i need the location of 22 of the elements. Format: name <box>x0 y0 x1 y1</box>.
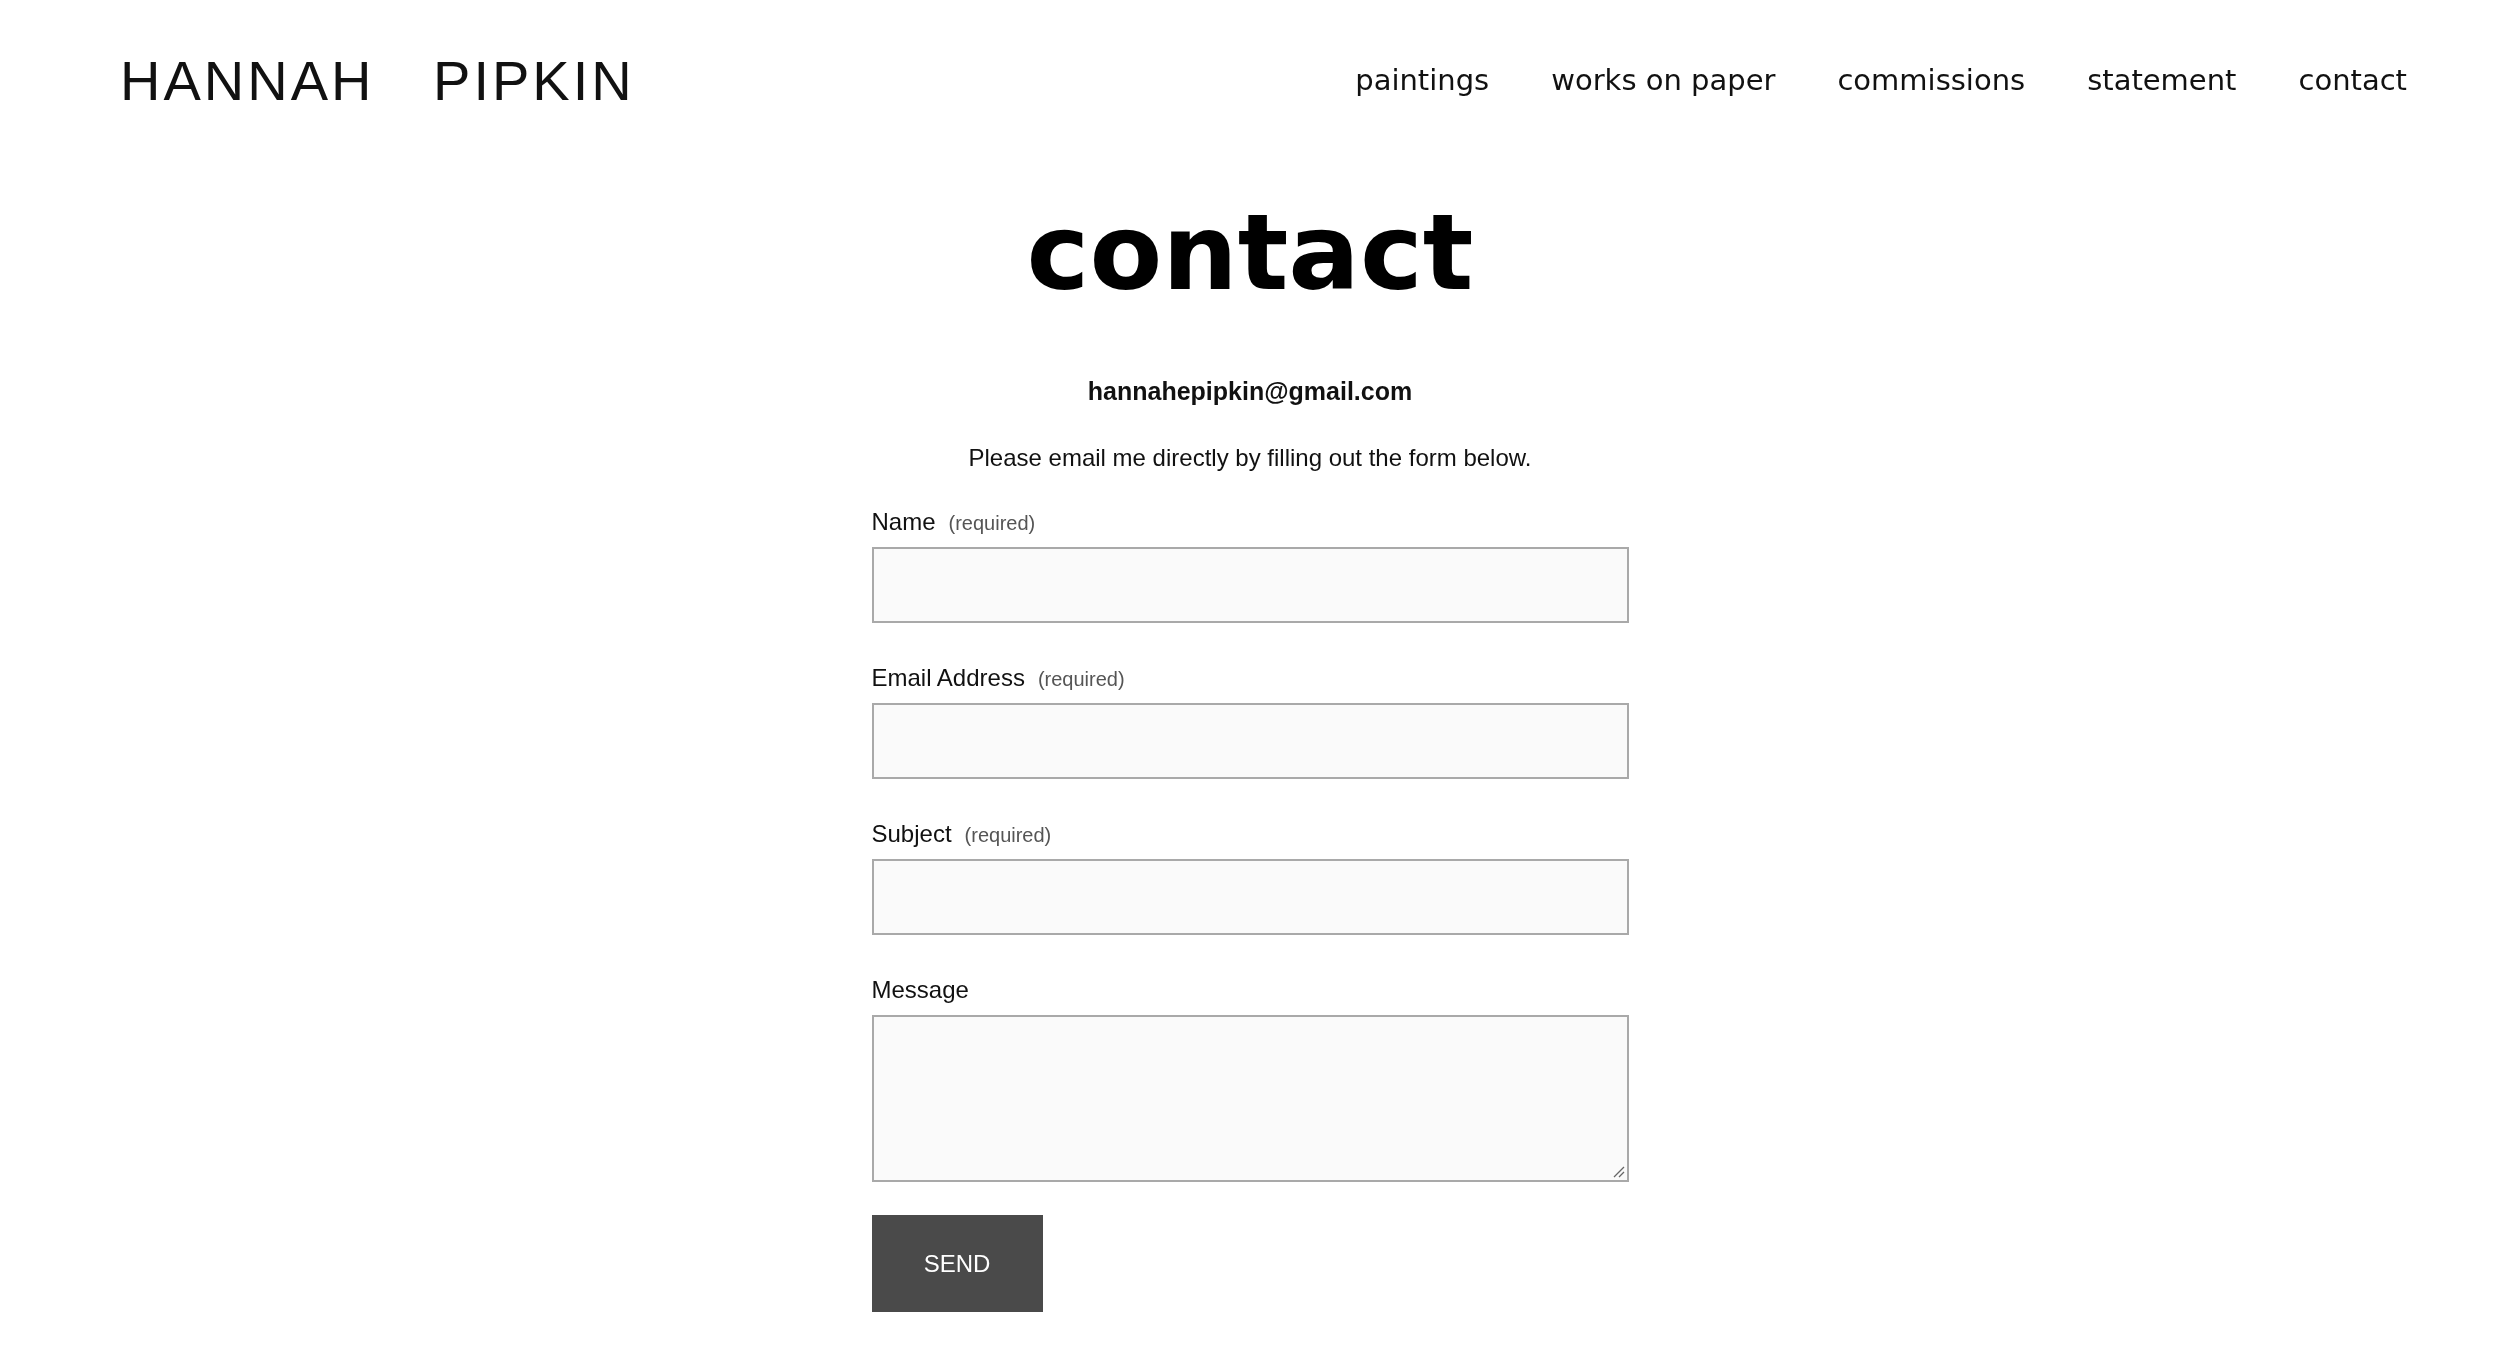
nav-link[interactable]: contact <box>2298 63 2407 97</box>
field-label: Subject <box>871 820 952 848</box>
intro-text: Please email me directly by filling out the form below. <box>968 443 1532 473</box>
nav-link[interactable]: statement <box>2087 63 2237 97</box>
required-note: (required) <box>964 824 1052 847</box>
text-input[interactable] <box>871 703 1629 779</box>
field-label: Message <box>871 976 969 1004</box>
field-label: Email Address <box>871 664 1025 692</box>
required-note: (required) <box>1037 668 1125 691</box>
resize-grip-icon[interactable] <box>1612 1166 1625 1178</box>
message-textarea[interactable] <box>871 1015 1629 1182</box>
page-title: contact <box>1026 190 1474 316</box>
field-label: Name <box>871 508 936 536</box>
nav-link[interactable]: commissions <box>1837 63 2026 97</box>
text-input[interactable] <box>871 547 1629 623</box>
nav-link[interactable]: works on paper <box>1551 63 1776 97</box>
send-button[interactable]: SEND <box>871 1215 1043 1312</box>
required-note: (required) <box>948 512 1036 535</box>
nav-link[interactable]: paintings <box>1355 63 1490 97</box>
site-logo[interactable]: HANNAH PIPKIN <box>120 47 635 113</box>
email-link[interactable]: hannahepipkin@gmail.com <box>1087 373 1413 409</box>
text-input[interactable] <box>871 859 1629 935</box>
